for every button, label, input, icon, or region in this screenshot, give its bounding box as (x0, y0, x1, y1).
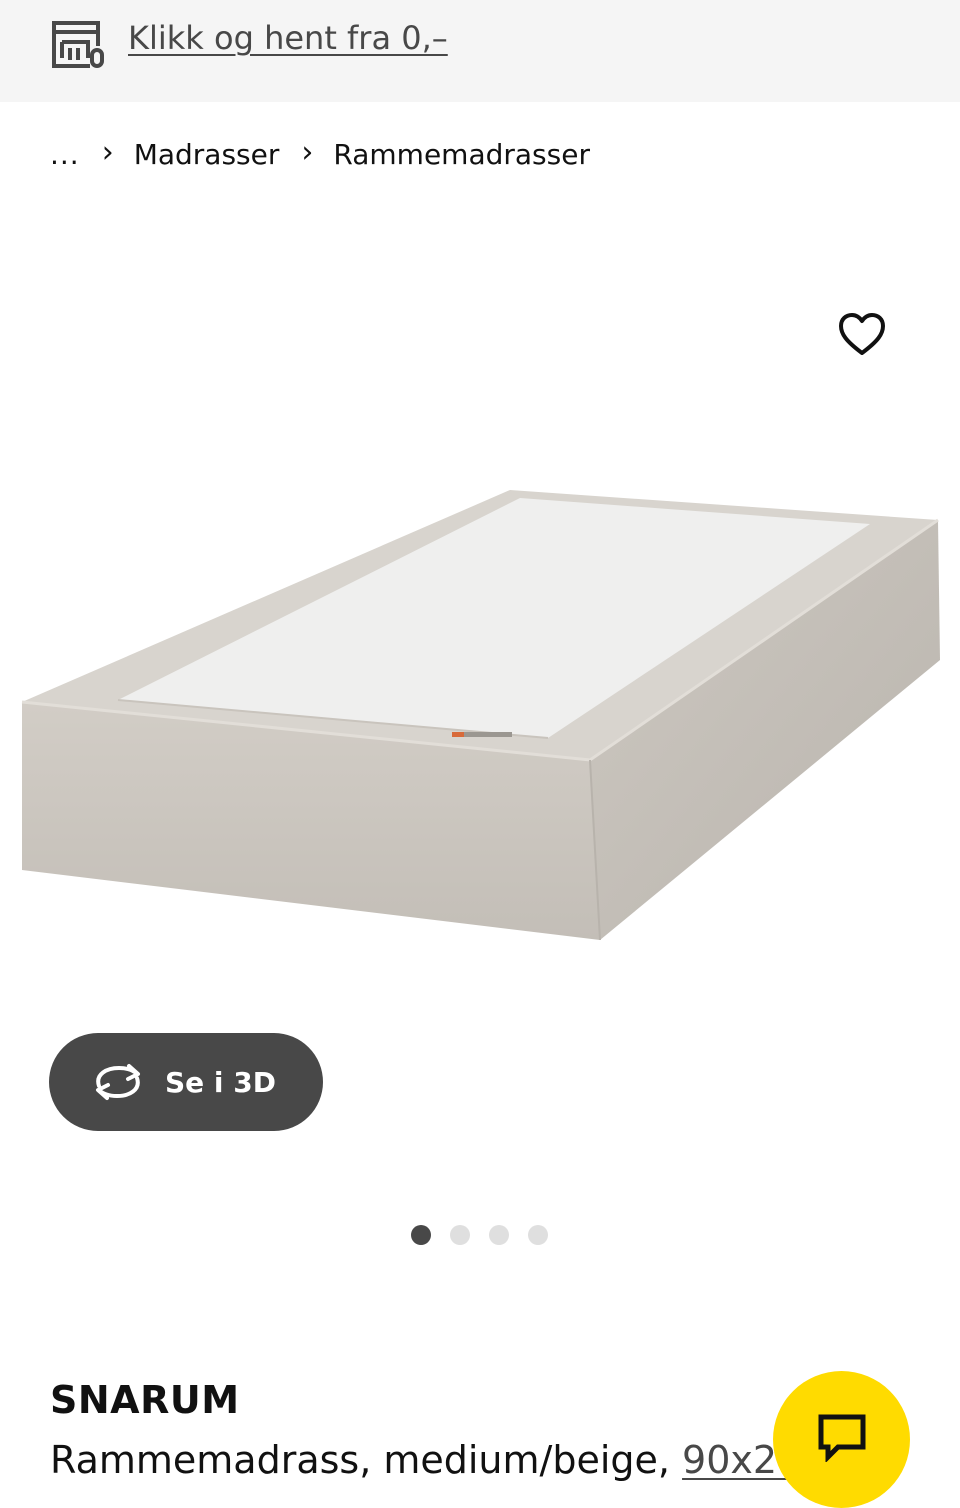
gallery-dot-4[interactable] (528, 1225, 548, 1245)
product-description: Rammemadrass, medium/beige, 90x200 cm (50, 1438, 790, 1482)
breadcrumb: ... › Madrasser › Rammemadrasser (50, 134, 590, 174)
breadcrumb-item-rammemadrasser[interactable]: Rammemadrasser (333, 138, 590, 171)
favourite-button[interactable] (832, 305, 892, 365)
chat-bubble-icon (818, 1414, 865, 1462)
click-collect-link[interactable]: Klikk og hent fra 0,– (128, 19, 448, 57)
product-name: SNARUM (50, 1378, 240, 1422)
gallery-dot-3[interactable] (489, 1225, 509, 1245)
click-collect-banner: Klikk og hent fra 0,– (0, 0, 960, 102)
heart-icon (839, 313, 885, 355)
chevron-right-icon: › (301, 135, 314, 170)
chat-button[interactable] (773, 1371, 910, 1508)
chevron-right-icon: › (101, 135, 114, 170)
gallery-pagination (411, 1225, 548, 1245)
gallery-dot-2[interactable] (450, 1225, 470, 1245)
view-in-3d-button[interactable]: Se i 3D (49, 1033, 323, 1131)
product-description-text: Rammemadrass, medium/beige, (50, 1438, 683, 1482)
product-image[interactable] (0, 470, 960, 990)
store-icon (52, 21, 104, 68)
rotate-3d-icon (96, 1064, 140, 1100)
breadcrumb-ellipsis[interactable]: ... (50, 138, 80, 171)
view-in-3d-label: Se i 3D (165, 1065, 276, 1099)
breadcrumb-item-madrasser[interactable]: Madrasser (134, 138, 280, 171)
gallery-dot-1[interactable] (411, 1225, 431, 1245)
